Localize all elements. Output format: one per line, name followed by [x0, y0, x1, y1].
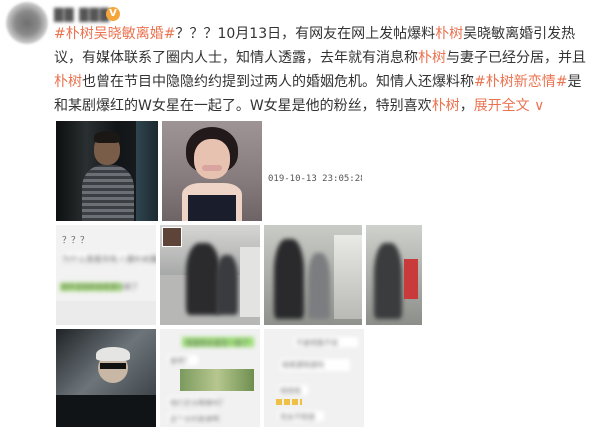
chat-message: 就听说他和他老婆分居了	[61, 283, 138, 291]
chat-message: 为什么我看到有人爆朴树离婚	[62, 255, 156, 264]
image-chat-screenshot-3[interactable]: 不是吧我不信 他老婆知道吗 哈哈哈 完全不知道	[264, 329, 364, 427]
image-street-photo-1[interactable]	[160, 225, 260, 325]
post-text-segment: ，	[459, 98, 474, 114]
image-man-portrait[interactable]	[56, 121, 158, 221]
chat-message: 他们还没离婚吗？	[170, 399, 226, 407]
image-woman-portrait[interactable]	[162, 121, 262, 221]
image-car-photo[interactable]	[56, 329, 156, 427]
post-text-segment: ？？？10月13日，有网友在网上发帖爆料	[175, 26, 436, 42]
chat-message: 就是和女星在一起了	[186, 339, 249, 347]
name-link[interactable]: 朴树	[432, 98, 460, 114]
chat-message: 不是吧我不信	[296, 339, 338, 347]
chat-message: 他老婆知道吗	[282, 361, 324, 369]
image-chat-screenshot-2[interactable]: 就是和女星在一起了 是吧？ 他们还没离婚吗？ 这个女的是谁啊	[160, 329, 260, 427]
username[interactable]: ██ ███	[54, 8, 110, 22]
post-text-segment: 也曾在节目中隐隐约约提到过两人的婚姻危机。知情人还爆料称	[82, 74, 474, 90]
hashtag-link[interactable]: #朴树新恋情#	[474, 74, 567, 90]
chat-message: 是吧？	[170, 357, 191, 365]
chat-message: 哈哈哈	[280, 387, 301, 395]
chat-message: 完全不知道	[280, 413, 315, 421]
image-chat-screenshot-1[interactable]: ？？？ 为什么我看到有人爆朴树离婚 就听说他和他老婆分居了	[56, 225, 156, 325]
image-timestamp-panel[interactable]: 019-10-13 23:05:28	[266, 121, 362, 221]
name-link[interactable]: 朴树	[54, 74, 82, 90]
hashtag-link[interactable]: #朴树吴晓敏离婚#	[54, 26, 175, 42]
image-street-photo-2[interactable]	[264, 225, 362, 325]
image-street-photo-4[interactable]	[366, 225, 422, 325]
chat-message: 这个女的是谁啊	[170, 415, 219, 423]
user-avatar[interactable]	[6, 2, 48, 44]
verified-badge-icon: V	[106, 7, 120, 21]
name-link[interactable]: 朴树	[435, 26, 463, 42]
post-body: #朴树吴晓敏离婚#？？？10月13日，有网友在网上发帖爆料朴树吴晓敏离婚引发热议…	[54, 22, 594, 118]
photo-timestamp: 019-10-13 23:05:28	[268, 174, 362, 184]
chat-message: ？？？	[62, 236, 90, 246]
post-text-segment: 与妻子已经分居，并且	[446, 50, 586, 66]
name-link[interactable]: 朴树	[418, 50, 446, 66]
expand-full-text-link[interactable]: 展开全文 ∨	[474, 98, 545, 114]
